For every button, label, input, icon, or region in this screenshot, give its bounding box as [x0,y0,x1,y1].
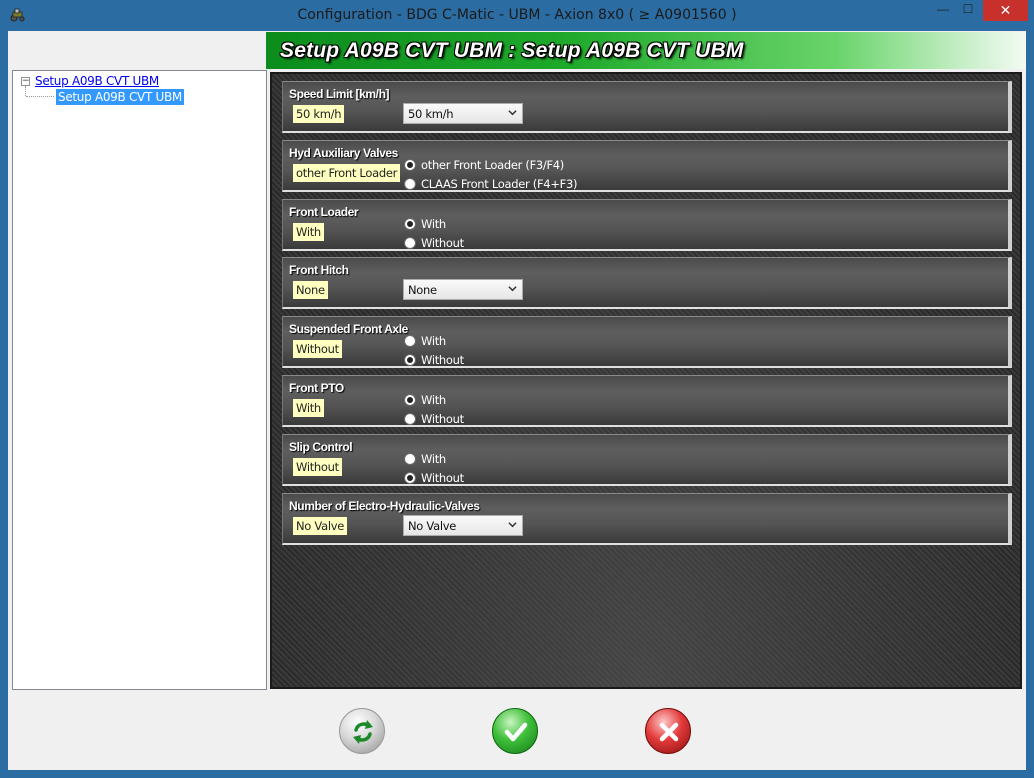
setting-current-value: With [293,399,324,417]
radio-label: Without [421,236,464,250]
maximize-button[interactable]: ☐ [956,0,980,21]
radio-option[interactable]: Without [404,471,464,485]
cancel-button[interactable] [645,708,691,754]
setting-current-value: No Valve [293,517,347,535]
chevron-down-icon [508,286,517,292]
setup-header-banner: Setup A09B CVT UBM : Setup A09B CVT UBM [266,32,1026,69]
setting-current-value: None [293,281,328,299]
setting-title: Slip Control [289,440,353,454]
radio-label: With [421,452,446,466]
radio-option[interactable]: CLAAS Front Loader (F4+F3) [404,177,577,191]
dropdown-selected-value: No Valve [408,519,456,533]
radio-option[interactable]: With [404,334,446,348]
checkmark-icon [504,722,528,742]
radio-label: With [421,393,446,407]
setup-tree[interactable]: − Setup A09B CVT UBM Setup A09B CVT UBM [12,70,267,690]
close-button[interactable]: ✕ [983,0,1028,21]
setup-header-title: Setup A09B CVT UBM : Setup A09B CVT UBM [280,39,744,62]
radio-label: Without [421,412,464,426]
chevron-down-icon [508,522,517,528]
collapse-icon[interactable]: − [21,76,30,86]
ok-button[interactable] [492,708,538,754]
setting-current-value: 50 km/h [293,105,345,123]
setting-dropdown[interactable]: No Valve [403,515,523,536]
setting-current-value: With [293,223,324,241]
tree-child-node-selected[interactable]: Setup A09B CVT UBM [56,89,184,105]
setting-dropdown[interactable]: 50 km/h [403,103,523,124]
settings-area: Speed Limit [km/h] 50 km/h 50 km/h Hyd Auxi… [270,72,1022,689]
radio-option[interactable]: With [404,217,446,231]
setting-current-value: Without [293,340,342,358]
radio-option[interactable]: Without [404,236,464,250]
radio-label: Without [421,471,464,485]
setting-panel: Suspended Front Axle Without With Without [282,316,1012,368]
tree-root-label[interactable]: Setup A09B CVT UBM [35,74,159,88]
setting-title: Suspended Front Axle [289,322,408,336]
refresh-icon [353,720,373,744]
setting-panel: Number of Electro-Hydraulic-Valves No Val… [282,493,1012,545]
radio-unchecked-icon[interactable] [404,237,416,249]
radio-option[interactable]: With [404,393,446,407]
radio-unchecked-icon[interactable] [404,413,416,425]
setting-title: Number of Electro-Hydraulic-Valves [289,499,480,513]
dropdown-selected-value: 50 km/h [408,107,454,121]
radio-unchecked-icon[interactable] [404,453,416,465]
radio-label: With [421,217,446,231]
setting-title: Front Hitch [289,263,349,277]
setting-panel: Slip Control Without With Without [282,434,1012,486]
setting-title: Hyd Auxiliary Valves [289,146,398,160]
minimize-button[interactable]: — [931,0,955,21]
setting-title: Front PTO [289,381,344,395]
setting-panel: Speed Limit [km/h] 50 km/h 50 km/h [282,81,1012,133]
radio-label: Without [421,353,464,367]
setting-panel: Front Loader With With Without [282,199,1012,251]
window-title: Configuration - BDG C-Matic - UBM - Axio… [297,7,737,23]
radio-unchecked-icon[interactable] [404,335,416,347]
radio-checked-icon[interactable] [404,218,416,230]
x-icon [659,722,679,742]
title-bar[interactable]: Configuration - BDG C-Matic - UBM - Axio… [0,0,1034,31]
radio-checked-icon[interactable] [404,159,416,171]
setting-panel: Front PTO With With Without [282,375,1012,427]
tree-connector [25,86,26,96]
radio-option[interactable]: Without [404,353,464,367]
radio-label: other Front Loader (F3/F4) [421,158,564,172]
setting-current-value: other Front Loader [293,164,401,182]
radio-option[interactable]: Without [404,412,464,426]
radio-label: CLAAS Front Loader (F4+F3) [421,177,578,191]
setting-dropdown[interactable]: None [403,279,523,300]
chevron-down-icon [508,110,517,116]
radio-checked-icon[interactable] [404,472,416,484]
radio-unchecked-icon[interactable] [404,178,416,190]
radio-label: With [421,334,446,348]
setting-current-value: Without [293,458,342,476]
client-area: Setup A09B CVT UBM : Setup A09B CVT UBM … [8,31,1026,770]
radio-checked-icon[interactable] [404,354,416,366]
radio-option[interactable]: With [404,452,446,466]
setting-panel: Front Hitch None None [282,257,1012,309]
tree-connector [26,96,54,97]
setting-title: Speed Limit [km/h] [289,87,390,101]
refresh-button[interactable] [339,708,385,754]
radio-option[interactable]: other Front Loader (F3/F4) [404,158,564,172]
setting-title: Front Loader [289,205,359,219]
radio-checked-icon[interactable] [404,394,416,406]
setting-panel: Hyd Auxiliary Valves other Front Loader ot… [282,140,1012,192]
configuration-window: Configuration - BDG C-Matic - UBM - Axio… [0,0,1034,778]
dropdown-selected-value: None [408,283,437,297]
tree-root-node[interactable]: − Setup A09B CVT UBM [21,74,159,88]
